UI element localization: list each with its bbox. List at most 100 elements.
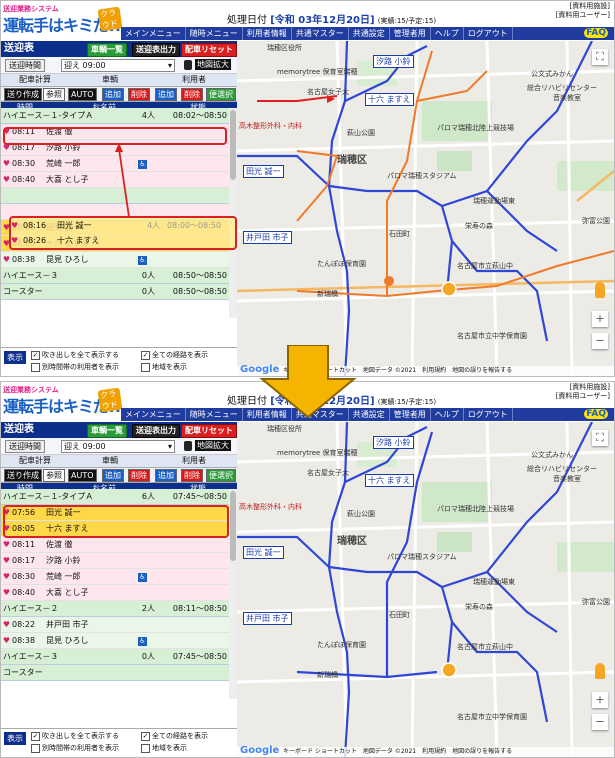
menu-admin[interactable]: 管理者用 [390, 27, 431, 40]
vehicle-delete-button[interactable]: 削除 [128, 88, 150, 101]
dispatch-reset-button[interactable]: 配車リセット [181, 43, 237, 57]
callout-tako[interactable]: 田光 誠一 [243, 165, 284, 178]
toggle-icon[interactable] [184, 60, 192, 70]
vehicle-row[interactable]: ハイエース－１-タイプＡ 6人 07:45～08:50 [1, 489, 229, 505]
faq-button[interactable]: FAQ [584, 409, 608, 419]
opt-other-time[interactable]: 別時間帯の利用者を表示 [31, 362, 119, 372]
zoom-in-icon[interactable]: + [592, 692, 608, 708]
menu-help[interactable]: ヘルプ [431, 27, 464, 40]
create-return-button[interactable]: 送り作成 [4, 88, 42, 101]
map-zoom-button[interactable]: 地図拡大 [195, 440, 231, 451]
fullscreen-icon[interactable]: ⛶ [592, 430, 608, 446]
create-return-button[interactable]: 送り作成 [4, 469, 42, 482]
toggle-icon[interactable] [184, 441, 192, 451]
schedule-output-button[interactable]: 送迎表出力 [132, 424, 180, 438]
vehicle-delete-button[interactable]: 削除 [128, 469, 150, 482]
auto-button[interactable]: AUTO [68, 469, 97, 482]
scroll-thumb[interactable] [230, 491, 236, 561]
user-add-button[interactable]: 追加 [155, 88, 177, 101]
passenger-name[interactable]: 荒崎 一郎 [46, 158, 138, 169]
vehicle-list-button[interactable]: 車輌一覧 [87, 43, 127, 57]
app-logo[interactable]: 送迎業務システム 運転手はキミだ!! クラウド [3, 385, 123, 419]
passenger-name[interactable]: 昆見 ひろし [46, 635, 138, 646]
vehicle-row[interactable]: ハイエース－２ 2人 08:11～08:50 [1, 601, 229, 617]
passenger-name[interactable]: 佐渡 徹 [46, 539, 138, 550]
callout-jurokumasue[interactable]: 十六 ますえ [365, 474, 414, 487]
menu-logout[interactable]: ログアウト [464, 408, 513, 421]
vehicle-row[interactable]: ハイエース－３ 0人 07:45～08:50 [1, 649, 229, 665]
vehicle-row[interactable] [1, 188, 229, 204]
zoom-in-icon[interactable]: + [592, 311, 608, 327]
menu-settings[interactable]: 共通設定 [349, 27, 390, 40]
passenger-name[interactable]: 大喜 とし子 [46, 174, 138, 185]
passenger-row[interactable]: ♥ 08:38 昆見 ひろし ♿ [1, 633, 229, 649]
passenger-row[interactable]: ♥ 08:22 井戸田 市子 [1, 617, 229, 633]
passenger-row[interactable]: ♥ 08:17 汐路 小鈴 [1, 553, 229, 569]
vehicle-row[interactable]: ハイエース－３ 0人 08:50～08:50 [1, 268, 229, 284]
auto-button[interactable]: AUTO [68, 88, 97, 101]
zoom-out-icon[interactable]: − [592, 714, 608, 730]
user-delete-button[interactable]: 削除 [181, 469, 203, 482]
fullscreen-icon[interactable]: ⛶ [592, 49, 608, 65]
callout-idoda[interactable]: 井戸田 市子 [243, 231, 292, 244]
passenger-name[interactable]: 昆見 ひろし [46, 254, 138, 265]
callout-shioji[interactable]: 汐路 小鈴 [373, 55, 414, 68]
callout-jurokumasue[interactable]: 十六 ますえ [365, 93, 414, 106]
time-select[interactable]: 迎え 09:00 [61, 59, 175, 72]
menu-master[interactable]: 共通マスター [292, 27, 349, 40]
callout-tako[interactable]: 田光 誠一 [243, 546, 284, 559]
passenger-row[interactable]: ♥ 08:30 荒崎 一郎 ♿ [1, 156, 229, 172]
menu-adhoc[interactable]: 随時メニュー [186, 408, 243, 421]
callout-idoda[interactable]: 井戸田 市子 [243, 612, 292, 625]
menu-help[interactable]: ヘルプ [431, 408, 464, 421]
user-add-button[interactable]: 追加 [155, 469, 177, 482]
vehicle-add-button[interactable]: 追加 [102, 469, 124, 482]
route-map[interactable]: 瑞穂区 名古屋女子大 萩山公園 高木整形外科・内科 パロマ瑞穂北陸上競技場 パロ… [237, 422, 614, 757]
streetview-pegman-icon[interactable] [595, 663, 605, 679]
schedule-output-button[interactable]: 送迎表出力 [132, 43, 180, 57]
opt-show-callouts[interactable]: ✓ 吹き出しを全て表示する [31, 350, 119, 360]
trip-select-button[interactable]: 便選択 [206, 88, 236, 101]
opt-show-callouts[interactable]: ✓ 吹き出しを全て表示する [31, 731, 119, 741]
passenger-row[interactable]: ♥ 08:38 昆見 ひろし ♿ [1, 252, 229, 268]
list-scrollbar[interactable] [229, 108, 237, 318]
menu-adhoc[interactable]: 随時メニュー [186, 27, 243, 40]
menu-logout[interactable]: ログアウト [464, 27, 513, 40]
callout-shioji[interactable]: 汐路 小鈴 [373, 436, 414, 449]
vehicle-row[interactable]: ハイエース－１-タイプＡ 4人 08:02～08:50 [1, 108, 229, 124]
menu-main[interactable]: メインメニュー [121, 408, 186, 421]
passenger-row[interactable]: ♥ 08:30 荒崎 一郎 ♿ [1, 569, 229, 585]
proc-date-value[interactable]: [令和 03年12月20日] [270, 15, 374, 26]
time-select[interactable]: 迎え 09:00 [61, 440, 175, 453]
opt-area[interactable]: 地域を表示 [141, 743, 187, 753]
opt-area[interactable]: 地域を表示 [141, 362, 187, 372]
opt-show-routes[interactable]: ✓ 全ての経路を表示 [141, 731, 208, 741]
reference-button[interactable]: 参照 [43, 469, 65, 482]
passenger-name[interactable]: 井戸田 市子 [46, 619, 138, 630]
passenger-row[interactable]: ♥ 08:40 大喜 とし子 [1, 585, 229, 601]
map-zoom-button[interactable]: 地図拡大 [195, 59, 231, 70]
vehicle-list-button[interactable]: 車輌一覧 [87, 424, 127, 438]
list-scrollbar[interactable] [229, 489, 237, 699]
vehicle-add-button[interactable]: 追加 [102, 88, 124, 101]
passenger-name[interactable]: 汐路 小鈴 [46, 555, 138, 566]
trip-select-button[interactable]: 便選択 [206, 469, 236, 482]
route-map[interactable]: 瑞穂区 名古屋女子大 萩山公園 高木整形外科・内科 パロマ瑞穂北陸上競技場 パロ… [237, 41, 614, 376]
passenger-name[interactable]: 荒崎 一郎 [46, 571, 138, 582]
scroll-thumb[interactable] [230, 110, 236, 180]
faq-button[interactable]: FAQ [584, 28, 608, 38]
menu-admin[interactable]: 管理者用 [390, 408, 431, 421]
streetview-pegman-icon[interactable] [595, 282, 605, 298]
passenger-name[interactable]: 大喜 とし子 [46, 587, 138, 598]
vehicle-row[interactable]: コースター 0人 08:50～08:50 [1, 284, 229, 300]
reference-button[interactable]: 参照 [43, 88, 65, 101]
passenger-row[interactable]: ♥ 08:40 大喜 とし子 [1, 172, 229, 188]
vehicle-row[interactable]: コースター [1, 665, 229, 681]
passenger-row[interactable]: ♥ 08:11 佐渡 徹 [1, 537, 229, 553]
dispatch-reset-button[interactable]: 配車リセット [181, 424, 237, 438]
opt-other-time[interactable]: 別時間帯の利用者を表示 [31, 743, 119, 753]
menu-user-info[interactable]: 利用者情報 [243, 27, 292, 40]
opt-show-routes[interactable]: ✓ 全ての経路を表示 [141, 350, 208, 360]
zoom-out-icon[interactable]: − [592, 333, 608, 349]
app-logo[interactable]: 送迎業務システム 運転手はキミだ!! クラウド [3, 4, 123, 38]
